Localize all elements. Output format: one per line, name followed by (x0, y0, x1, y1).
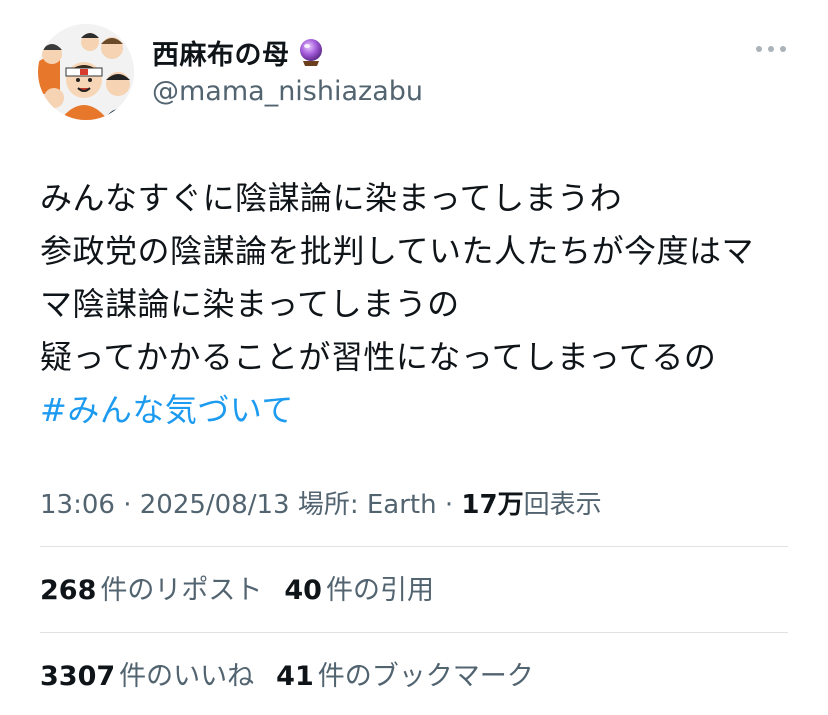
likes-count: 3307 (40, 661, 116, 692)
dot (768, 46, 774, 52)
tweet-location: 場所: Earth (289, 490, 437, 520)
hashtag-link[interactable]: #みんな気づいて (40, 384, 800, 437)
likes-stat[interactable]: 3307 件のいいね (40, 654, 254, 693)
stats-row-likes: 3307 件のいいね 41 件のブックマーク (40, 654, 556, 693)
view-label: 回表示 (523, 490, 602, 520)
tweet-text: みんなすぐに陰謀論に染まってしまうわ 参政党の陰謀論を批判していた人たちが今度は… (40, 172, 800, 437)
reposts-label: 件のリポスト (100, 575, 263, 606)
view-count: 17万 (461, 490, 524, 520)
tweet-line: 参政党の陰謀論を批判していた人たちが今度はマ (40, 232, 755, 270)
tweet-detail: 西麻布の母 @mama_nishiazabu みんなすぐに陰謀論に染まってしまう… (0, 0, 828, 715)
meta-separator: · (114, 490, 140, 520)
avatar[interactable] (38, 24, 134, 120)
more-options-icon[interactable] (756, 40, 786, 58)
tweet-time[interactable]: 13:06 (40, 490, 115, 520)
tweet-date[interactable]: 2025/08/13 (140, 490, 290, 520)
tweet-line: マ陰謀論に染まってしまうの (40, 285, 460, 323)
reposts-stat[interactable]: 268 件のリポスト (40, 568, 262, 607)
tweet-line: 疑ってかかることが習性になってしまってるの (40, 338, 717, 376)
user-handle[interactable]: @mama_nishiazabu (152, 76, 423, 107)
name-row[interactable]: 西麻布の母 (152, 33, 326, 72)
reposts-count: 268 (40, 575, 97, 606)
likes-label: 件のいいね (119, 661, 255, 692)
tweet-line: みんなすぐに陰謀論に染まってしまうわ (40, 179, 623, 217)
quotes-stat[interactable]: 40 件の引用 (284, 568, 434, 607)
dot (780, 46, 786, 52)
bookmarks-stat[interactable]: 41 件のブックマーク (276, 654, 534, 693)
meta-separator: · (436, 490, 462, 520)
display-name[interactable]: 西麻布の母 (152, 33, 290, 72)
tweet-meta: 13:06 · 2025/08/13 場所: Earth · 17万回表示 (40, 484, 602, 521)
divider (40, 632, 788, 633)
divider (40, 546, 788, 547)
crystal-ball-icon (299, 39, 322, 66)
avatar-illustration (38, 24, 134, 120)
quotes-label: 件の引用 (325, 575, 434, 606)
dot (756, 46, 762, 52)
bookmarks-label: 件のブックマーク (317, 661, 534, 692)
quotes-count: 40 (284, 575, 322, 606)
stats-row-reposts: 268 件のリポスト 40 件の引用 (40, 568, 456, 607)
bookmarks-count: 41 (276, 661, 314, 692)
